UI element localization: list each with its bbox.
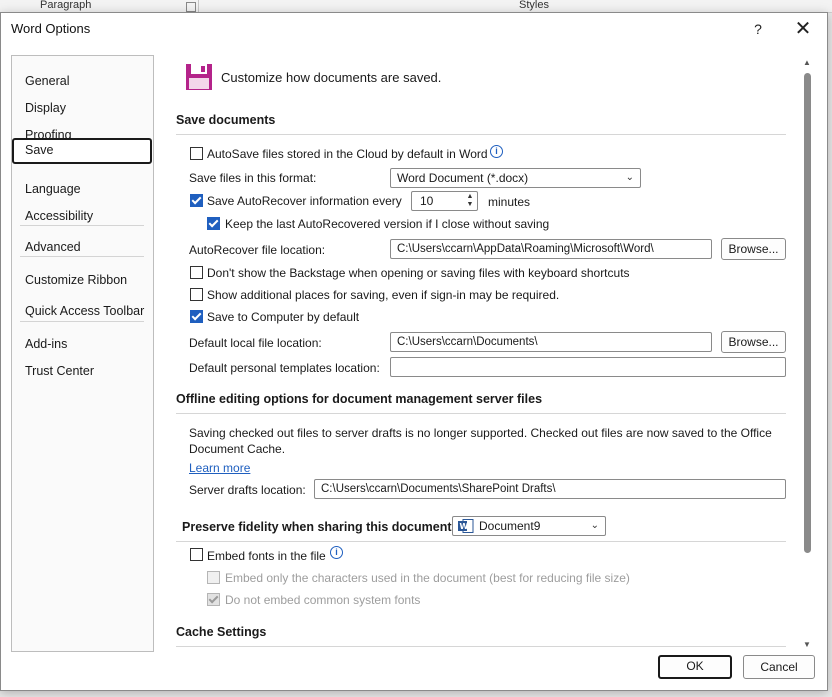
nav-item-general[interactable]: General — [13, 69, 150, 93]
chevron-down-icon: ⌄ — [590, 520, 599, 531]
embed-only-used-characters-checkbox[interactable] — [207, 571, 220, 584]
svg-text:W: W — [460, 522, 469, 531]
spin-down-icon[interactable]: ▼ — [465, 201, 475, 209]
autorecover-location-input[interactable]: C:\Users\ccarn\AppData\Roaming\Microsoft… — [390, 239, 712, 259]
autorecover-minutes-stepper[interactable]: 10 ▲ ▼ — [411, 191, 478, 211]
vertical-scrollbar[interactable]: ▲ ▼ — [801, 57, 815, 649]
learn-more-link[interactable]: Learn more — [189, 461, 250, 475]
ok-button[interactable]: OK — [658, 655, 732, 679]
autorecover-checkbox[interactable] — [190, 194, 203, 207]
templates-location-input[interactable] — [390, 357, 786, 377]
autorecover-label: Save AutoRecover information every — [207, 194, 402, 208]
paragraph-group-label: Paragraph — [40, 0, 92, 11]
scroll-down-icon[interactable]: ▼ — [803, 640, 811, 649]
ribbon-divider — [198, 0, 199, 12]
section-divider — [176, 541, 786, 542]
section-divider — [176, 134, 786, 135]
options-navigation: General Display Proofing Save Language A… — [11, 55, 154, 652]
save-format-dropdown[interactable]: Word Document (*.docx) ⌄ — [390, 168, 641, 188]
dialog-title: Word Options — [11, 21, 91, 36]
chevron-down-icon: ⌄ — [625, 172, 634, 183]
info-icon[interactable]: i — [330, 546, 343, 559]
additional-places-label: Show additional places for saving, even … — [207, 288, 560, 302]
scroll-up-icon[interactable]: ▲ — [803, 58, 811, 67]
spin-up-icon[interactable]: ▲ — [465, 193, 475, 201]
styles-group-label: Styles — [519, 0, 549, 11]
nav-item-trust-center[interactable]: Trust Center — [13, 359, 150, 383]
fidelity-document-value: Document9 — [479, 519, 541, 533]
save-format-value: Word Document (*.docx) — [397, 171, 529, 185]
no-backstage-label: Don't show the Backstage when opening or… — [207, 266, 630, 280]
section-title-cache-settings: Cache Settings — [176, 625, 267, 639]
autorecover-minutes-value: 10 — [420, 194, 434, 208]
nav-item-save[interactable]: Save — [12, 138, 152, 164]
autosave-label: AutoSave files stored in the Cloud by de… — [207, 147, 488, 161]
templates-location-label: Default personal templates location: — [189, 361, 380, 375]
word-document-icon: W — [458, 519, 474, 533]
fidelity-document-dropdown[interactable]: W Document9 ⌄ — [452, 516, 606, 536]
nav-divider — [20, 321, 144, 322]
embed-fonts-checkbox[interactable] — [190, 548, 203, 561]
additional-places-checkbox[interactable] — [190, 288, 203, 301]
default-local-location-label: Default local file location: — [189, 336, 322, 350]
help-button[interactable]: ? — [746, 17, 770, 41]
word-options-dialog: Word Options ? ✕ General Display Proofin… — [0, 12, 828, 691]
nav-item-display[interactable]: Display — [13, 96, 150, 120]
offline-description: Saving checked out files to server draft… — [189, 426, 772, 456]
local-location-browse-button[interactable]: Browse... — [721, 331, 786, 353]
floppy-disk-icon — [186, 64, 212, 90]
nav-item-customize-ribbon[interactable]: Customize Ribbon — [13, 268, 150, 292]
keep-last-autorecovered-checkbox[interactable] — [207, 217, 220, 230]
no-common-system-fonts-checkbox[interactable] — [207, 593, 220, 606]
nav-divider — [20, 256, 144, 257]
no-common-system-fonts-label: Do not embed common system fonts — [225, 593, 421, 607]
keep-last-autorecovered-label: Keep the last AutoRecovered version if I… — [225, 217, 550, 231]
minutes-label: minutes — [488, 195, 531, 209]
section-divider — [176, 413, 786, 414]
nav-item-quick-access-toolbar[interactable]: Quick Access Toolbar — [13, 299, 150, 323]
nav-divider — [20, 225, 144, 226]
embed-fonts-label: Embed fonts in the file — [207, 549, 326, 563]
nav-item-language[interactable]: Language — [13, 177, 150, 201]
autosave-checkbox[interactable] — [190, 147, 203, 160]
close-button[interactable]: ✕ — [789, 16, 817, 42]
save-options-pane: Customize how documents are saved. Save … — [161, 55, 801, 650]
save-to-computer-checkbox[interactable] — [190, 310, 203, 323]
section-title-preserve-fidelity: Preserve fidelity when sharing this docu… — [182, 520, 456, 534]
nav-item-add-ins[interactable]: Add-ins — [13, 332, 150, 356]
save-format-label: Save files in this format: — [189, 171, 317, 185]
save-to-computer-label: Save to Computer by default — [207, 310, 360, 324]
server-drafts-input[interactable]: C:\Users\ccarn\Documents\SharePoint Draf… — [314, 479, 786, 499]
autorecover-browse-button[interactable]: Browse... — [721, 238, 786, 260]
section-divider — [176, 646, 786, 647]
cancel-button[interactable]: Cancel — [743, 655, 815, 679]
default-local-location-input[interactable]: C:\Users\ccarn\Documents\ — [390, 332, 712, 352]
scrollbar-thumb[interactable] — [804, 73, 811, 553]
server-drafts-label: Server drafts location: — [189, 483, 306, 497]
embed-only-used-characters-label: Embed only the characters used in the do… — [225, 571, 630, 585]
section-title-save-documents: Save documents — [176, 113, 276, 127]
autorecover-location-label: AutoRecover file location: — [189, 243, 326, 257]
section-title-offline-editing: Offline editing options for document man… — [176, 392, 543, 406]
info-icon[interactable]: i — [490, 145, 503, 158]
page-header-text: Customize how documents are saved. — [221, 70, 442, 85]
no-backstage-checkbox[interactable] — [190, 266, 203, 279]
dialog-launcher-icon[interactable] — [186, 2, 196, 12]
